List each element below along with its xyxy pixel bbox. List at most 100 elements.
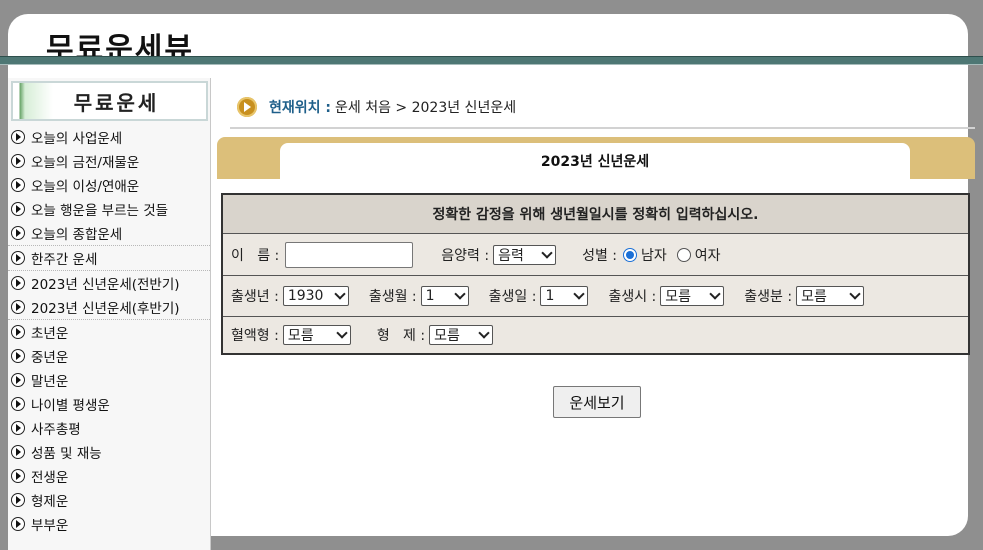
sidebar-item[interactable]: 한주간 운세 <box>8 245 210 270</box>
sidebar-item-label: 2023년 신년운세(전반기) <box>31 277 180 293</box>
sidebar-item[interactable]: 말년운 <box>8 368 210 392</box>
birth-minute-value: 모름 <box>801 289 827 305</box>
gender-label: 성별 : <box>582 247 618 264</box>
arrow-circle-icon <box>11 202 25 216</box>
arrow-circle-icon <box>11 397 25 411</box>
sidebar-item-label: 사주총평 <box>31 422 81 438</box>
birth-month-value: 1 <box>425 288 435 304</box>
sidebar: 무료운세 오늘의 사업운세 오늘의 금전/재물운 오늘의 이성/연애운 오늘 행… <box>8 78 211 550</box>
sidebar-item-label: 형제운 <box>31 494 69 510</box>
sidebar-item[interactable]: 중년운 <box>8 344 210 368</box>
arrow-circle-icon <box>11 493 25 507</box>
sidebar-item[interactable]: 오늘의 종합운세 <box>8 221 210 245</box>
gender-female-radio[interactable] <box>676 247 691 262</box>
blood-type-select[interactable]: 모름 <box>282 325 351 345</box>
arrow-circle-icon <box>11 300 25 314</box>
sidebar-item-label: 나이별 평생운 <box>31 398 110 414</box>
sidebar-item[interactable]: 오늘의 금전/재물운 <box>8 149 210 173</box>
calendar-label: 음양력 : <box>441 247 490 264</box>
gender-male-label[interactable]: 남자 <box>641 245 667 265</box>
siblings-value: 모름 <box>434 328 460 344</box>
calendar-select-value: 음력 <box>498 247 524 264</box>
form-instruction-row: 정확한 감정을 위해 생년월일시를 정확히 입력하십시오. <box>223 195 968 234</box>
sidebar-item[interactable]: 전생운 <box>8 464 210 488</box>
sidebar-item-label: 오늘의 금전/재물운 <box>31 155 140 171</box>
sidebar-item-label: 오늘 행운을 부르는 것들 <box>31 203 169 219</box>
arrow-circle-icon <box>11 349 25 363</box>
form-row-name: 이 름 : 음양력 : 음력 성별 : 남자 여자 <box>223 234 968 276</box>
birth-year-label: 출생년 : <box>231 289 279 305</box>
arrow-circle-icon <box>11 154 25 168</box>
arrow-circle-icon <box>11 325 25 339</box>
birth-month-select[interactable]: 1 <box>420 286 469 306</box>
chevron-down-icon <box>336 327 348 339</box>
chevron-down-icon <box>478 327 490 339</box>
blood-type-value: 모름 <box>287 328 314 344</box>
sidebar-item[interactable]: 초년운 <box>8 319 210 344</box>
siblings-select[interactable]: 모름 <box>429 325 494 345</box>
view-fortune-button[interactable]: 운세보기 <box>553 386 641 418</box>
chevron-down-icon <box>334 288 346 300</box>
chevron-down-icon <box>709 288 721 300</box>
birth-year-value: 1930 <box>287 288 324 304</box>
arrow-circle-icon <box>11 130 25 144</box>
birth-day-value: 1 <box>545 288 555 304</box>
birth-hour-label: 출생시 : <box>608 289 657 305</box>
form-row-birth: 출생년 : 1930 출생월 : 1 출생일 : 1 출생시 : 모름 출생분 … <box>223 276 968 317</box>
gender-male-radio[interactable] <box>623 247 638 262</box>
name-input[interactable] <box>285 241 414 268</box>
breadcrumb-path: 운세 처음 > 2023년 신년운세 <box>335 100 517 116</box>
gender-female-label[interactable]: 여자 <box>695 245 721 265</box>
sidebar-title: 무료운세 <box>73 90 160 115</box>
name-label: 이 름 : <box>231 247 280 264</box>
sidebar-item[interactable]: 성품 및 재능 <box>8 440 210 464</box>
divider <box>230 127 975 129</box>
siblings-label: 형 제 : <box>376 328 426 344</box>
arrow-circle-icon <box>11 445 25 459</box>
chevron-down-icon <box>541 246 553 259</box>
sidebar-item[interactable]: 오늘의 이성/연애운 <box>8 173 210 197</box>
sidebar-item[interactable]: 사주총평 <box>8 416 210 440</box>
arrow-circle-icon <box>11 373 25 387</box>
sidebar-item-label: 말년운 <box>31 374 69 390</box>
arrow-circle-icon <box>11 251 25 265</box>
birth-minute-label: 출생분 : <box>744 289 793 305</box>
blood-type-label: 혈액형 : <box>231 328 279 344</box>
arrow-circle-icon <box>11 517 25 531</box>
sidebar-item[interactable]: 형제운 <box>8 488 210 512</box>
sidebar-item[interactable]: 오늘 행운을 부르는 것들 <box>8 197 210 221</box>
birth-year-select[interactable]: 1930 <box>282 286 349 306</box>
birth-hour-select[interactable]: 모름 <box>660 286 725 306</box>
birth-month-label: 출생월 : <box>368 289 417 305</box>
chevron-down-icon <box>573 288 586 300</box>
header-bar <box>0 56 983 65</box>
page-title: 2023년 신년운세 <box>280 143 910 179</box>
sidebar-item-label: 2023년 신년운세(후반기) <box>31 301 180 317</box>
form-instruction: 정확한 감정을 위해 생년월일시를 정확히 입력하십시오. <box>432 207 759 223</box>
sidebar-title-box: 무료운세 <box>11 81 208 121</box>
sidebar-item-label: 오늘의 종합운세 <box>31 227 123 243</box>
breadcrumb-label: 현재위치 : <box>269 100 331 116</box>
arrow-right-circle-icon <box>237 97 257 117</box>
chevron-down-icon <box>849 288 861 300</box>
sidebar-item-label: 전생운 <box>31 470 69 486</box>
sidebar-item[interactable]: 나이별 평생운 <box>8 392 210 416</box>
sidebar-item[interactable]: 2023년 신년운세(후반기) <box>8 295 210 319</box>
sidebar-item-label: 오늘의 이성/연애운 <box>31 179 140 195</box>
sidebar-item-label: 중년운 <box>31 350 69 366</box>
calendar-select[interactable]: 음력 <box>493 244 557 265</box>
breadcrumb: 현재위치 : 운세 처음 > 2023년 신년운세 <box>237 97 516 117</box>
arrow-circle-icon <box>11 226 25 240</box>
sidebar-item[interactable]: 오늘의 사업운세 <box>8 125 210 149</box>
sidebar-item-label: 오늘의 사업운세 <box>31 131 123 147</box>
arrow-circle-icon <box>11 276 25 290</box>
arrow-circle-icon <box>11 469 25 483</box>
arrow-circle-icon <box>11 178 25 192</box>
sidebar-item-label: 성품 및 재능 <box>31 446 102 462</box>
birth-minute-select[interactable]: 모름 <box>796 286 865 306</box>
sidebar-item[interactable]: 2023년 신년운세(전반기) <box>8 270 210 295</box>
birth-day-select[interactable]: 1 <box>540 286 589 306</box>
sidebar-item[interactable]: 부부운 <box>8 512 210 536</box>
birth-day-label: 출생일 : <box>488 289 537 305</box>
sidebar-item-label: 한주간 운세 <box>31 252 98 268</box>
